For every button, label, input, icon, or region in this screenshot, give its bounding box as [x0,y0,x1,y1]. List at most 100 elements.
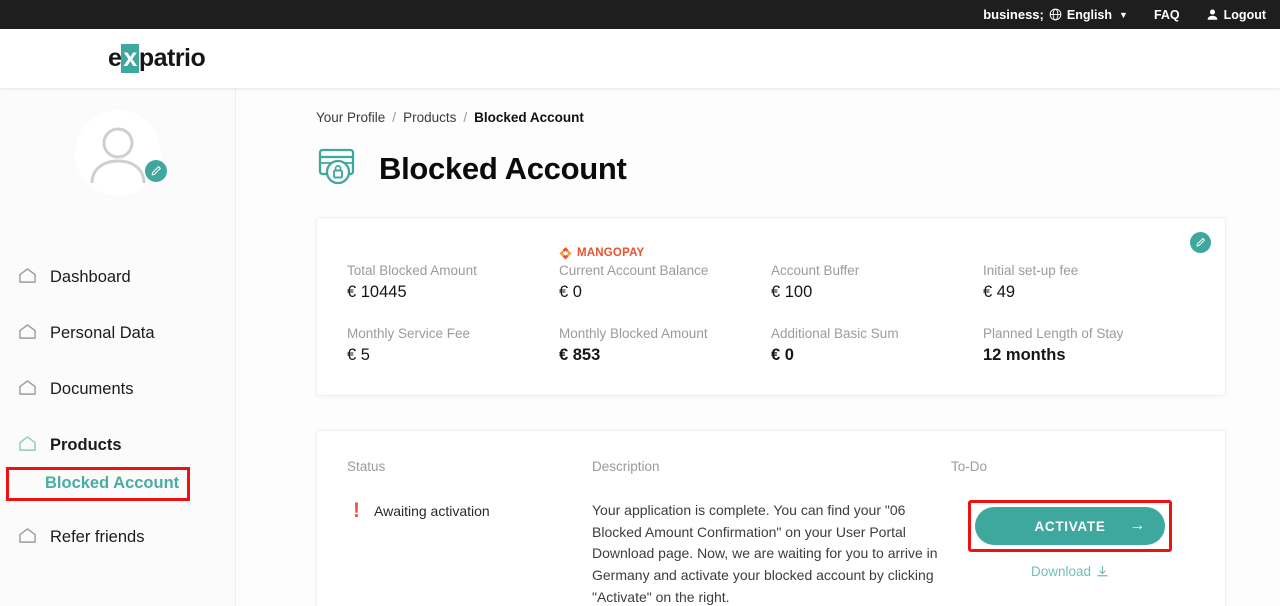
summary-grid: Total Blocked Amount € 10445 MANGOPAY Cu… [347,246,1195,365]
sidebar-item-dashboard[interactable]: Dashboard [0,260,235,295]
status-value: Awaiting activation [374,502,490,519]
sidebar: Dashboard Personal Data Documents Produc… [0,88,236,606]
arrow-right-icon: → [1129,517,1146,534]
sidebar-item-label: Refer friends [50,528,145,546]
sidebar-item-label: Dashboard [50,268,131,286]
breadcrumb-item-blocked-account: Blocked Account [474,110,584,125]
logo-x-badge: x [121,44,139,73]
mangopay-diamond-icon [559,246,572,259]
summary-edit-button[interactable] [1190,232,1211,253]
sidebar-subitem-container: Blocked Account [0,467,235,501]
chevron-down-icon: ▼ [1119,9,1128,20]
language-label: English [1066,7,1113,22]
person-icon [1206,8,1219,21]
sidebar-item-label: Personal Data [50,324,155,342]
breadcrumb: Your Profile / Products / Blocked Accoun… [316,110,1226,125]
logo-text-pre: e [108,44,122,72]
annotation-highlight-blocked-account: Blocked Account [6,467,191,501]
field-label: Monthly Blocked Amount [559,326,708,341]
summary-field-initial-setup-fee: Initial set-up fee € 49 [983,246,1195,302]
breadcrumb-separator: / [463,110,468,125]
description-column-label: Description [592,459,660,474]
todo-column-label: To-Do [951,459,988,474]
summary-field-planned-length-of-stay: Planned Length of Stay 12 months [983,326,1195,365]
field-value: € 10445 [347,283,407,301]
home-icon [18,379,37,401]
sidebar-nav: Dashboard Personal Data Documents Produc… [0,260,235,555]
main-content: Your Profile / Products / Blocked Accoun… [236,88,1280,606]
field-label: Total Blocked Amount [347,263,477,278]
faq-link[interactable]: FAQ [1154,8,1180,22]
status-column: Status ! Awaiting activation [347,459,592,606]
pencil-icon [151,166,161,176]
summary-field-monthly-service-fee: Monthly Service Fee € 5 [347,326,559,365]
field-value: € 5 [347,346,370,364]
home-icon [18,435,37,457]
faq-label: FAQ [1153,7,1180,22]
download-link[interactable]: Download [1031,564,1109,579]
sidebar-item-documents[interactable]: Documents [0,372,235,407]
download-icon [1097,565,1108,577]
logo-spacer [983,246,1195,263]
description-text: Your application is complete. You can fi… [592,502,938,605]
breadcrumb-item-products[interactable]: Products [403,110,456,125]
globe-icon [1049,8,1062,21]
avatar[interactable] [74,110,167,196]
language-selector[interactable]: business; English ▼ [983,8,1128,22]
breadcrumb-item-your-profile[interactable]: Your Profile [316,110,385,125]
field-label: Account Buffer [771,263,860,278]
blocked-card-lock-icon [316,145,362,192]
mangopay-logo: MANGOPAY [559,246,771,260]
home-icon [18,527,37,549]
summary-field-additional-basic-sum: Additional Basic Sum € 0 [771,326,983,365]
summary-field-current-account-balance: MANGOPAY Current Account Balance € 0 [559,246,771,302]
logout-label: Logout [1223,7,1266,22]
status-badge: ! Awaiting activation [347,500,592,521]
logout-button[interactable]: Logout [1206,8,1266,22]
sidebar-item-label: Documents [50,380,134,398]
status-grid: Status ! Awaiting activation Description… [347,459,1195,606]
page-title-row: Blocked Account [316,145,1226,192]
avatar-container [0,110,235,196]
download-label: Download [1030,564,1092,579]
avatar-person-icon [90,127,145,184]
summary-field-account-buffer: Account Buffer € 100 [771,246,983,302]
logo-text-post: patrio [138,44,206,72]
field-value: € 49 [983,283,1016,301]
page-title: Blocked Account [379,150,627,186]
breadcrumb-separator: / [392,110,397,125]
account-summary-card: Total Blocked Amount € 10445 MANGOPAY Cu… [316,217,1226,396]
description-column: Description Your application is complete… [592,459,945,606]
sidebar-item-label: Products [50,436,122,454]
avatar-edit-button[interactable] [144,160,167,182]
brand-header: e x patrio [0,29,1280,88]
activate-button[interactable]: ACTIVATE → [975,507,1165,545]
top-utility-bar: business; English ▼ FAQ Logout [0,0,1280,29]
globe-icon: business; [983,7,1044,22]
expatrio-logo[interactable]: e x patrio [108,44,206,73]
sidebar-item-personal-data[interactable]: Personal Data [0,316,235,351]
annotation-highlight-activate: ACTIVATE → [968,500,1172,552]
logo-spacer [771,246,983,263]
sidebar-item-products[interactable]: Products [0,428,235,463]
summary-field-total-blocked-amount: Total Blocked Amount € 10445 [347,246,559,302]
field-label: Initial set-up fee [983,263,1079,278]
field-value: € 100 [771,283,813,301]
field-label: Monthly Service Fee [347,326,471,341]
field-label: Additional Basic Sum [771,326,899,341]
status-card: Status ! Awaiting activation Description… [316,430,1226,606]
field-value: 12 months [983,346,1066,364]
field-value: € 853 [559,346,601,364]
home-icon [18,267,37,289]
sidebar-item-blocked-account[interactable]: Blocked Account [39,470,187,498]
activate-label: ACTIVATE [1034,518,1106,534]
logo-spacer [347,246,559,263]
summary-field-monthly-blocked-amount: Monthly Blocked Amount € 853 [559,326,771,365]
field-label: Planned Length of Stay [983,326,1124,341]
status-column-label: Status [347,459,386,474]
sidebar-item-refer-friends[interactable]: Refer friends [0,520,235,555]
field-value: € 0 [771,346,794,364]
warning-exclamation-icon: ! [353,499,360,522]
pencil-icon [1196,238,1205,247]
todo-column: To-Do ACTIVATE → Download [945,459,1195,606]
